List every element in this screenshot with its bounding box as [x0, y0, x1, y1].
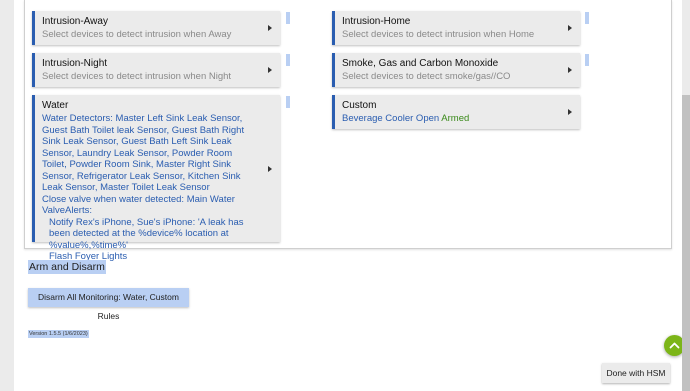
card-smoke-gas-co[interactable]: Smoke, Gas and Carbon Monoxide Select de…: [332, 53, 580, 87]
custom-rule-name: Beverage Cooler Open: [342, 113, 440, 124]
card-intrusion-away[interactable]: Intrusion-Away Select devices to detect …: [32, 11, 280, 45]
monitoring-rules-panel: Intrusion-Away Select devices to detect …: [24, 0, 672, 262]
chevron-right-icon: [268, 165, 272, 172]
card-subtitle: Select devices to detect intrusion when …: [42, 71, 232, 82]
chevron-right-icon: [268, 25, 272, 31]
version-label: Version 1.5.5 (1/6/2023): [28, 330, 89, 338]
card-intrusion-home[interactable]: Intrusion-Home Select devices to detect …: [332, 11, 580, 45]
water-detectors: Water Detectors: Master Left Sink Leak S…: [42, 113, 245, 193]
card-subtitle: Select devices to detect intrusion when …: [342, 29, 535, 40]
page: Intrusion-Away Select devices to detect …: [14, 0, 685, 391]
card-subtitle: Select devices to detect smoke/gas//CO: [342, 71, 511, 82]
arm-disarm-heading: Arm and Disarm: [28, 260, 106, 274]
card-custom[interactable]: Custom Beverage Cooler Open Armed: [332, 95, 580, 129]
card-water[interactable]: Water Water Detectors: Master Left Sink …: [32, 95, 280, 262]
water-notify: Notify Rex's iPhone, Sue's iPhone: 'A le…: [49, 216, 244, 251]
selection-marker: [286, 96, 290, 108]
chevron-right-icon: [568, 109, 572, 115]
disarm-all-button[interactable]: Disarm All Monitoring: Water, Custom Rul…: [28, 288, 189, 321]
custom-detail: Beverage Cooler Open Armed: [342, 113, 556, 125]
chevron-right-icon: [268, 67, 272, 73]
card-intrusion-night[interactable]: Intrusion-Night Select devices to detect…: [32, 53, 280, 87]
selection-marker: [585, 12, 589, 24]
selection-marker: [286, 54, 290, 66]
chevron-right-icon: [568, 25, 572, 31]
card-subtitle: Select devices to detect intrusion when …: [42, 29, 232, 40]
card-title: Custom: [342, 100, 377, 111]
card-title: Water: [42, 100, 69, 111]
card-title: Smoke, Gas and Carbon Monoxide: [342, 58, 499, 69]
selection-marker: [286, 12, 290, 24]
water-valve-alerts: Close valve when water detected: Main Wa…: [42, 193, 235, 217]
card-title: Intrusion-Away: [42, 16, 108, 27]
scrollbar-thumb[interactable]: [682, 95, 690, 391]
done-button[interactable]: Done with HSM: [602, 363, 670, 383]
card-title: Intrusion-Home: [342, 16, 411, 27]
selection-marker: [585, 54, 589, 66]
card-title: Intrusion-Night: [42, 58, 108, 69]
custom-armed-status: Armed: [441, 113, 470, 124]
chevron-right-icon: [568, 67, 572, 73]
chevron-up-icon: [669, 342, 680, 349]
